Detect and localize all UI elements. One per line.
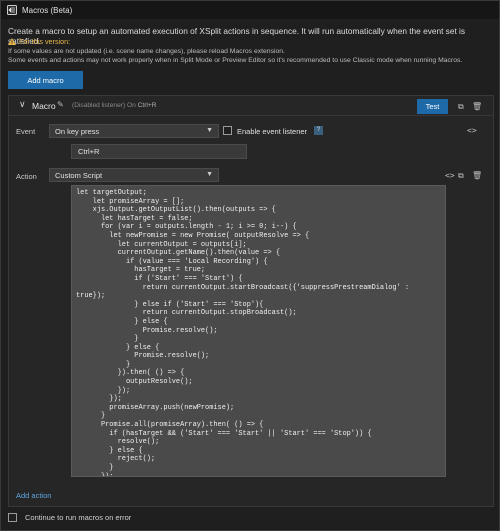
- continue-on-error-checkbox[interactable]: [8, 513, 17, 522]
- event-select-value: On key press: [55, 127, 100, 136]
- window-title: Macros (Beta): [22, 5, 73, 15]
- listener-status: (Disabled listener) On Ctrl+R: [72, 102, 156, 109]
- enable-listener-checkbox[interactable]: [223, 126, 232, 135]
- code-toggle-icon[interactable]: <>: [467, 126, 477, 136]
- help-icon[interactable]: ?: [314, 126, 323, 135]
- duplicate-macro-icon[interactable]: ⧉: [458, 102, 464, 112]
- macro-header: ∨ Macro ✎ (Disabled listener) On Ctrl+R …: [9, 96, 493, 116]
- version-warning: For this version:: [8, 37, 70, 46]
- macro-name: Macro: [32, 101, 56, 111]
- test-button[interactable]: Test: [417, 99, 448, 114]
- intro-text: Create a macro to setup an automated exe…: [8, 26, 466, 46]
- app-icon: [7, 5, 17, 15]
- action-label: Action: [16, 172, 37, 181]
- hotkey-input[interactable]: Ctrl+R: [71, 144, 247, 159]
- note-reload: If some values are not updated (i.e. sce…: [8, 48, 285, 55]
- title-bar: Macros (Beta): [1, 1, 499, 19]
- continue-on-error-label: Continue to run macros on error: [25, 513, 132, 522]
- delete-action-icon[interactable]: 🗑: [472, 171, 482, 181]
- action-select-value: Custom Script: [55, 171, 103, 180]
- warning-icon: [8, 38, 16, 45]
- edit-name-icon[interactable]: ✎: [57, 100, 64, 109]
- script-text: let targetOutput; let promiseArray = [];…: [76, 189, 410, 477]
- collapse-chevron-icon[interactable]: ∨: [19, 99, 26, 110]
- listener-hotkey: Ctrl+R: [137, 102, 157, 109]
- note-classic-mode: Some events and actions may not work pro…: [8, 57, 463, 64]
- add-macro-button[interactable]: Add macro: [8, 71, 83, 89]
- action-select[interactable]: Custom Script ▼: [49, 168, 219, 182]
- script-editor[interactable]: let targetOutput; let promiseArray = [];…: [71, 185, 446, 477]
- duplicate-action-icon[interactable]: ⧉: [458, 171, 464, 181]
- action-code-toggle-icon[interactable]: <>: [445, 171, 455, 181]
- event-select[interactable]: On key press ▼: [49, 124, 219, 138]
- event-label: Event: [16, 127, 36, 136]
- add-action-link[interactable]: Add action: [16, 491, 51, 500]
- macro-panel: ∨ Macro ✎ (Disabled listener) On Ctrl+R …: [8, 95, 494, 507]
- dropdown-caret-icon: ▼: [206, 171, 213, 178]
- listener-status-text: (Disabled listener) On: [72, 102, 136, 109]
- warning-label: For this version:: [19, 37, 71, 46]
- enable-listener-label: Enable event listener: [237, 127, 308, 136]
- continue-on-error-row: Continue to run macros on error: [8, 513, 131, 522]
- dropdown-caret-icon: ▼: [206, 127, 213, 134]
- delete-macro-icon[interactable]: 🗑: [472, 102, 482, 112]
